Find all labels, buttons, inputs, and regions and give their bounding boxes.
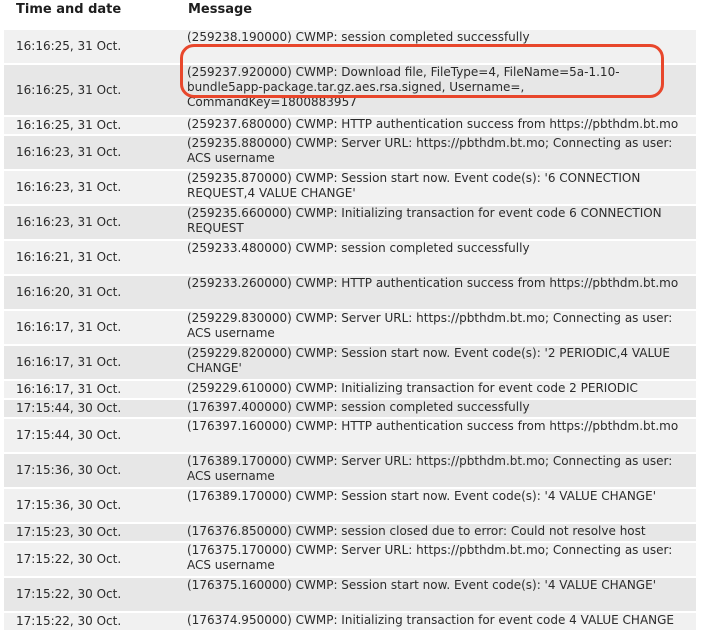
row-time: 16:16:17, 31 Oct. [16, 320, 122, 334]
row-message: (176389.170000) CWMP: Session start now.… [187, 489, 656, 503]
row-time: 17:15:22, 30 Oct. [16, 587, 122, 601]
table-row: 17:15:44, 30 Oct. (176397.400000) CWMP: … [4, 400, 696, 417]
row-message: (176397.160000) CWMP: HTTP authenticatio… [187, 419, 679, 433]
table-row: 16:16:17, 31 Oct. (259229.830000) CWMP: … [4, 311, 696, 344]
table-row: 17:15:36, 30 Oct. (176389.170000) CWMP: … [4, 454, 696, 487]
row-time: 16:16:21, 31 Oct. [16, 250, 122, 264]
row-message: (259229.610000) CWMP: Initializing trans… [187, 381, 638, 395]
row-message: (176374.950000) CWMP: Initializing trans… [187, 613, 675, 627]
table-row: 16:16:25, 31 Oct. (259237.920000) CWMP: … [4, 65, 696, 115]
row-time: 17:15:22, 30 Oct. [16, 614, 122, 628]
row-message: (176389.170000) CWMP: Server URL: https:… [187, 454, 673, 483]
row-message: (259237.680000) CWMP: HTTP authenticatio… [187, 117, 679, 131]
row-time: 16:16:23, 31 Oct. [16, 215, 122, 229]
row-message: (259235.660000) CWMP: Initializing trans… [187, 206, 662, 235]
table-row: 16:16:20, 31 Oct. (259233.260000) CWMP: … [4, 276, 696, 309]
row-message: (176375.170000) CWMP: Server URL: https:… [187, 543, 673, 572]
table-row: 17:15:22, 30 Oct. (176375.160000) CWMP: … [4, 578, 696, 611]
row-time: 17:15:22, 30 Oct. [16, 552, 122, 566]
event-log-panel: Time and date Message 16:16:25, 31 Oct. … [0, 0, 703, 630]
table-header: Time and date Message [0, 0, 703, 30]
table-row: 16:16:17, 31 Oct. (259229.820000) CWMP: … [4, 346, 696, 379]
table-row: 17:15:22, 30 Oct. (176375.170000) CWMP: … [4, 543, 696, 576]
row-time: 16:16:25, 31 Oct. [16, 39, 122, 53]
table-row: 16:16:21, 31 Oct. (259233.480000) CWMP: … [4, 241, 696, 274]
row-time: 16:16:20, 31 Oct. [16, 285, 122, 299]
row-time: 16:16:23, 31 Oct. [16, 145, 122, 159]
row-message: (259233.260000) CWMP: HTTP authenticatio… [187, 276, 679, 290]
row-message: (259235.880000) CWMP: Server URL: https:… [187, 136, 673, 165]
row-message: (176397.400000) CWMP: session completed … [187, 400, 530, 414]
row-time: 17:15:44, 30 Oct. [16, 401, 122, 415]
table-row: 16:16:23, 31 Oct. (259235.880000) CWMP: … [4, 136, 696, 169]
row-time: 16:16:17, 31 Oct. [16, 382, 122, 396]
row-time: 16:16:25, 31 Oct. [16, 82, 122, 97]
row-message: (176376.850000) CWMP: session closed due… [187, 524, 646, 538]
row-message: (259235.870000) CWMP: Session start now.… [187, 171, 641, 200]
row-time: 17:15:44, 30 Oct. [16, 428, 122, 442]
row-message: (259229.820000) CWMP: Session start now.… [187, 346, 670, 375]
table-row: 17:15:22, 30 Oct. (176374.950000) CWMP: … [4, 613, 696, 630]
row-time: 17:15:36, 30 Oct. [16, 463, 122, 477]
table-row: 17:15:36, 30 Oct. (176389.170000) CWMP: … [4, 489, 696, 522]
table-row: 16:16:25, 31 Oct. (259237.680000) CWMP: … [4, 117, 696, 134]
row-message: (259238.190000) CWMP: session completed … [187, 30, 530, 44]
table-body: 16:16:25, 31 Oct. (259238.190000) CWMP: … [0, 30, 703, 630]
column-header-time: Time and date [16, 2, 122, 17]
table-row: 16:16:23, 31 Oct. (259235.660000) CWMP: … [4, 206, 696, 239]
column-header-message: Message [188, 2, 253, 17]
row-time: 16:16:23, 31 Oct. [16, 180, 122, 194]
row-time: 16:16:25, 31 Oct. [16, 118, 122, 132]
row-time: 16:16:17, 31 Oct. [16, 355, 122, 369]
row-message: (259233.480000) CWMP: session completed … [187, 241, 530, 255]
row-message: (176375.160000) CWMP: Session start now.… [187, 578, 656, 592]
row-message: (259229.830000) CWMP: Server URL: https:… [187, 311, 673, 340]
table-row: 16:16:25, 31 Oct. (259238.190000) CWMP: … [4, 30, 696, 63]
table-row: 17:15:23, 30 Oct. (176376.850000) CWMP: … [4, 524, 696, 541]
row-time: 17:15:23, 30 Oct. [16, 525, 122, 539]
row-time: 17:15:36, 30 Oct. [16, 498, 122, 512]
table-row: 16:16:17, 31 Oct. (259229.610000) CWMP: … [4, 381, 696, 398]
row-message: (259237.920000) CWMP: Download file, Fil… [187, 65, 620, 109]
table-row: 16:16:23, 31 Oct. (259235.870000) CWMP: … [4, 171, 696, 204]
table-row: 17:15:44, 30 Oct. (176397.160000) CWMP: … [4, 419, 696, 452]
